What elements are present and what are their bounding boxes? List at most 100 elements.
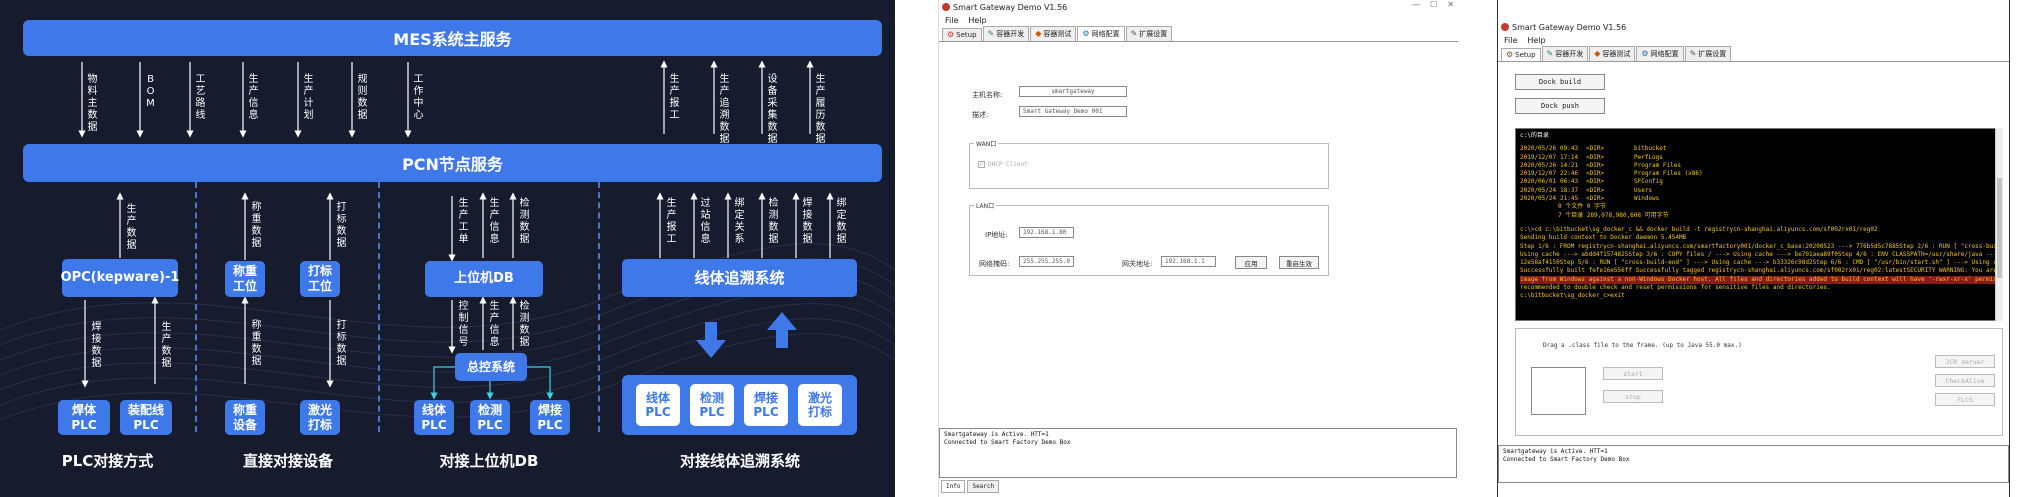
status-log: Smartgateway is Active. HTT=1 Connected … — [939, 428, 1457, 478]
network-icon: ⚙ — [1082, 29, 1090, 38]
dhcp-label: DHCP Client — [988, 161, 1028, 168]
dock-push-button[interactable]: Dock push — [1515, 98, 1605, 114]
network-icon: ⚙ — [1641, 49, 1649, 58]
plug-icon: ✎ — [1689, 49, 1697, 58]
tab-search[interactable]: Search — [967, 480, 1000, 493]
dir-cell: 2020/05/24 — [1520, 195, 1557, 203]
dir-listing: 2020/05/26 09:43 <DIR> bitbucket 2019/12/07 1… — [1520, 145, 1998, 203]
class-drop-zone[interactable] — [1531, 367, 1586, 415]
tab-container-test[interactable]: ◆ 容器测试 — [1589, 46, 1636, 61]
dir-row: 2020/05/26 14:21 <DIR> Program Files — [1520, 162, 1998, 170]
close-icon[interactable]: ✕ — [1447, 0, 1454, 9]
dir-row: 2020/05/24 18:37 <DIR> Users — [1520, 187, 1998, 195]
ip-address-input[interactable]: 192.168.1.80 — [1019, 227, 1074, 238]
dir-cell: 2020/05/26 — [1520, 161, 1557, 169]
subnet-mask-input[interactable]: 255.255.255.0 — [1019, 256, 1074, 267]
window-title: Smart Gateway Demo V1.56 — [953, 2, 1068, 12]
host-name-input[interactable]: smartgateway — [1019, 86, 1127, 97]
mes-flow-label: 生产履历数据 — [815, 74, 826, 145]
title-bar: Smart Gateway Demo V1.56 — [1498, 20, 2009, 34]
master-control-hub: 总控系统 — [455, 353, 527, 381]
plug-icon: ✎ — [1130, 29, 1138, 38]
app-icon — [942, 3, 950, 11]
stop-button[interactable]: stop — [1603, 390, 1663, 403]
plc-box: 焊接PLC — [744, 384, 788, 426]
menu-file[interactable]: File — [945, 16, 958, 25]
tab-extension-settings[interactable]: ✎ 扩展设置 — [1125, 26, 1173, 41]
mes-flow-label: 生产信息 — [248, 74, 259, 121]
tab-network-config[interactable]: ⚙ 网络配置 — [1636, 46, 1684, 61]
host-db-node: 上位机DB — [425, 261, 543, 297]
dir-cell: <DIR> — [1586, 178, 1605, 186]
flow-label: 检测数据 — [519, 301, 530, 348]
section-footer: 直接对接设备 — [242, 452, 333, 470]
start-button[interactable]: start — [1603, 367, 1663, 380]
plc-box: 线体PLC — [636, 384, 680, 426]
check-alive-button[interactable]: CheckAlive — [1935, 374, 1995, 387]
dir-cell: PerfLogs — [1634, 153, 1663, 161]
tab-extension-settings[interactable]: ✎ 扩展设置 — [1684, 46, 1732, 61]
menu-file[interactable]: File — [1504, 36, 1517, 45]
tab-bar: ⚙ Setup ✎ 容器开发 ◆ 容器测试 ⚙ 网络配置 ✎ 扩展设置 — [939, 26, 1458, 42]
dir-cell: 2020/05/26 — [1520, 145, 1557, 153]
dir-cell: 2020/05/24 — [1520, 186, 1557, 194]
scrollbar-thumb[interactable] — [1997, 178, 2002, 278]
dir-cell: 06:43 — [1560, 178, 1579, 186]
dir-summary: 7 个目录 289,078,980,608 可用字节 — [1558, 211, 1669, 219]
warning-line: recommended to double check and reset pe… — [1520, 284, 1831, 292]
description-input[interactable]: Smart Gateway Demo 001 — [1019, 106, 1127, 117]
flow-label: 生产信息 — [489, 301, 500, 348]
tab-container-test[interactable]: ◆ 容器测试 — [1030, 26, 1077, 41]
dir-cell: 2019/12/07 — [1520, 170, 1557, 178]
dir-cell: <DIR> — [1586, 145, 1605, 153]
dir-cell: 22:46 — [1560, 170, 1579, 178]
bottom-tab-bar: Info Search — [941, 480, 1000, 493]
dir-row: 2020/06/01 06:43 <DIR> SFConfig — [1520, 178, 1998, 186]
dir-cell: 14:21 — [1560, 161, 1579, 169]
terminal-scrollbar[interactable] — [1995, 128, 2003, 321]
tab-setup[interactable]: ⚙ Setup — [1501, 48, 1541, 61]
menu-help[interactable]: Help — [1527, 36, 1545, 45]
flow-label: 生产报工 — [666, 198, 677, 245]
dir-summary: 0 个文件 0 字节 — [1558, 203, 1607, 211]
dir-cell: 2019/12/07 — [1520, 153, 1557, 161]
minimize-icon[interactable]: — — [1412, 0, 1420, 9]
big-down-arrow — [696, 322, 726, 358]
status-log: Smartgateway is Active. HTT=1 Connected … — [1498, 445, 2009, 483]
flow-label: 绑定关系 — [734, 198, 745, 245]
hub-connector — [430, 366, 455, 400]
tab-container-dev[interactable]: ✎ 容器开发 — [1541, 46, 1589, 61]
dock-build-button[interactable]: Dock build — [1515, 74, 1605, 90]
warning-line: image from Windows against a non-Windows… — [1520, 275, 1998, 285]
dir-cell: <DIR> — [1586, 153, 1605, 161]
prompt-line: c:\bitbucket\sg_docker_c>exit — [1520, 292, 1625, 300]
plc-box: 检测PLC — [470, 400, 510, 435]
apply-button[interactable]: 应用 — [1235, 256, 1267, 269]
flow-label: 检测数据 — [519, 198, 530, 245]
tab-info[interactable]: Info — [941, 480, 966, 493]
dir-cell: Program Files (x86) — [1634, 170, 1703, 178]
tab-container-dev[interactable]: ✎ 容器开发 — [982, 26, 1030, 41]
flow-label: 检测数据 — [768, 198, 779, 245]
cube-icon: ◆ — [1035, 29, 1042, 38]
tab-setup[interactable]: ⚙ Setup — [942, 28, 982, 41]
window-controls: — ☐ ✕ — [1412, 0, 1454, 9]
jcr-server-button[interactable]: JCR server — [1935, 355, 1995, 368]
marking-station: 打标工位 — [300, 261, 340, 297]
flow-label: 绑定数据 — [836, 198, 847, 245]
gateway-label: 网关地址: — [1122, 260, 1153, 268]
restart-apply-button[interactable]: 重启生效 — [1279, 256, 1319, 269]
gear-icon: ⚙ — [947, 30, 955, 39]
menu-help[interactable]: Help — [968, 16, 986, 25]
tab-network-config[interactable]: ⚙ 网络配置 — [1077, 26, 1125, 41]
build-terminal: c:\的目录 2020/05/26 09:43 <DIR> bitbucket 2019… — [1515, 128, 2003, 321]
gateway-input[interactable]: 192.168.1.1 — [1161, 256, 1216, 267]
title-bar: Smart Gateway Demo V1.56 — [939, 0, 1458, 14]
flow-label: 生产数据 — [161, 322, 172, 369]
dhcp-checkbox[interactable]: ✓ — [978, 161, 985, 168]
dir-cell: bitbucket — [1634, 145, 1667, 153]
dir-cell: <DIR> — [1586, 186, 1605, 194]
flow-label: 称重数据 — [251, 202, 262, 249]
flcs-button[interactable]: FLCS — [1935, 393, 1995, 406]
maximize-icon[interactable]: ☐ — [1430, 0, 1437, 9]
